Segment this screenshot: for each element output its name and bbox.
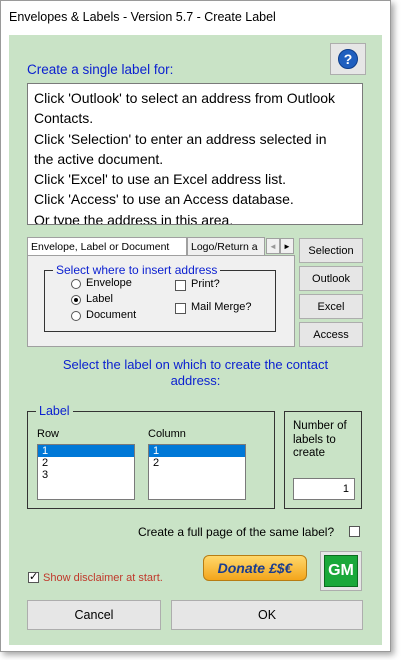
- address-line: Click 'Outlook' to select an address fro…: [34, 90, 336, 106]
- radio-document-label: Document: [86, 309, 137, 321]
- excel-button[interactable]: Excel: [299, 294, 363, 319]
- label-position-group: Label Row Column 1 2 3 1 2: [27, 404, 275, 509]
- create-label-instruction: Create a single label for:: [27, 62, 174, 77]
- address-textarea[interactable]: Click 'Outlook' to select an address fro…: [27, 83, 363, 225]
- label-count-caption-line: labels to: [293, 433, 336, 446]
- full-page-checkbox[interactable]: [349, 526, 360, 537]
- mail-merge-checkbox[interactable]: [175, 303, 186, 314]
- tab-logo-return[interactable]: Logo/Return a: [187, 237, 265, 256]
- tab-strip: Envelope, Label or Document Logo/Return …: [27, 237, 295, 257]
- mail-merge-checkbox-label: Mail Merge?: [191, 301, 252, 313]
- column-option[interactable]: 2: [149, 457, 245, 469]
- create-label-window: Envelopes & Labels - Version 5.7 - Creat…: [0, 0, 391, 652]
- row-option[interactable]: 3: [38, 469, 134, 481]
- address-line: the active document.: [34, 150, 164, 167]
- gm-logo-button[interactable]: GM: [320, 551, 362, 591]
- insert-location-group: Select where to insert address Envelope …: [44, 263, 276, 332]
- column-listbox[interactable]: 1 2: [148, 444, 246, 500]
- outlook-button[interactable]: Outlook: [299, 266, 363, 291]
- address-line: Click 'Selection' to enter an address se…: [34, 130, 327, 147]
- label-count-input[interactable]: 1: [293, 478, 355, 500]
- address-line: Or type the address in this area.: [34, 211, 234, 225]
- cancel-button[interactable]: Cancel: [27, 600, 161, 630]
- show-disclaimer-label: Show disclaimer at start.: [43, 572, 163, 584]
- select-label-prompt: Select the label on which to create the …: [9, 357, 382, 389]
- title-bar[interactable]: Envelopes & Labels - Version 5.7 - Creat…: [1, 1, 390, 35]
- selection-button[interactable]: Selection: [299, 238, 363, 263]
- tab-scroll-right-icon[interactable]: ►: [280, 238, 294, 254]
- label-count-caption: Number of labels to create: [293, 420, 347, 461]
- row-option[interactable]: 1: [38, 445, 134, 457]
- insert-location-legend: Select where to insert address: [53, 263, 221, 277]
- ok-button[interactable]: OK: [171, 600, 363, 630]
- print-checkbox[interactable]: [175, 280, 186, 291]
- tab-scroll-left-icon[interactable]: ◄: [266, 238, 280, 254]
- address-line: Click 'Access' to use an Access database…: [34, 191, 294, 208]
- radio-label[interactable]: [71, 295, 81, 305]
- dialog-client-area: Create a single label for: ? Click 'Outl…: [9, 35, 382, 645]
- address-line: Click 'Excel' to use an Excel address li…: [34, 171, 286, 188]
- print-checkbox-label: Print?: [191, 278, 220, 290]
- row-option[interactable]: 2: [38, 457, 134, 469]
- full-page-label: Create a full page of the same label?: [138, 525, 335, 539]
- help-button[interactable]: ?: [330, 43, 366, 75]
- window-title: Envelopes & Labels - Version 5.7 - Creat…: [9, 10, 276, 24]
- radio-document[interactable]: [71, 311, 81, 321]
- radio-label-label: Label: [86, 293, 113, 305]
- row-header: Row: [37, 428, 60, 440]
- row-listbox[interactable]: 1 2 3: [37, 444, 135, 500]
- radio-envelope[interactable]: [71, 279, 81, 289]
- column-header: Column: [148, 428, 186, 440]
- tab-panel: Select where to insert address Envelope …: [27, 255, 295, 347]
- radio-envelope-label: Envelope: [86, 277, 132, 289]
- gm-logo-icon: GM: [324, 555, 358, 587]
- select-label-prompt-line2: address:: [170, 373, 221, 388]
- label-count-caption-line: create: [293, 447, 325, 459]
- access-button[interactable]: Access: [299, 322, 363, 347]
- show-disclaimer-checkbox[interactable]: [28, 570, 39, 583]
- tab-envelope-label-document[interactable]: Envelope, Label or Document: [27, 237, 187, 257]
- label-count-caption-line: Number of: [293, 420, 347, 432]
- label-count-group: Number of labels to create 1: [284, 411, 362, 509]
- address-line: Contacts.: [34, 110, 94, 127]
- help-icon: ?: [338, 49, 358, 69]
- label-group-legend: Label: [36, 404, 73, 418]
- select-label-prompt-line1: Select the label on which to create the …: [62, 357, 329, 372]
- donate-button[interactable]: Donate £$€: [203, 555, 307, 581]
- column-option[interactable]: 1: [149, 445, 245, 457]
